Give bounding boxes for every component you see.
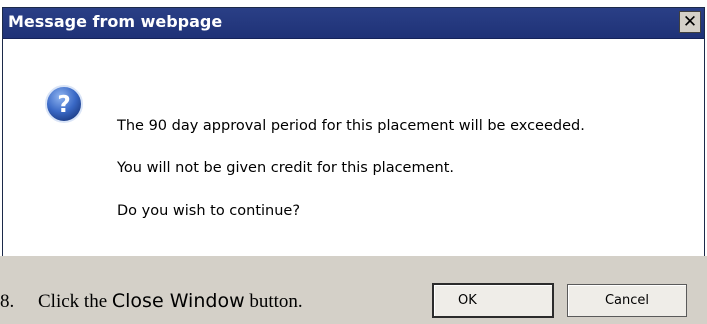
message-line-3: Do you wish to continue? — [117, 203, 301, 219]
question-icon: ? — [45, 85, 83, 123]
ok-button-label: OK — [458, 293, 477, 308]
dialog-titlebar[interactable]: Message from webpage ✕ — [3, 8, 704, 39]
step-number: 8. — [0, 291, 15, 312]
step-text-after: button. — [244, 291, 303, 312]
svg-text:?: ? — [57, 92, 70, 118]
instruction-step: 8. Click the Close Window button. — [0, 290, 303, 313]
message-line-2: You will not be given credit for this pl… — [117, 160, 454, 176]
message-line-1: The 90 day approval period for this plac… — [117, 118, 585, 134]
cancel-button[interactable]: Cancel — [567, 284, 687, 317]
step-emphasis: Close Window — [111, 290, 245, 312]
cancel-button-label: Cancel — [604, 293, 650, 308]
close-icon: ✕ — [682, 12, 698, 32]
close-button[interactable]: ✕ — [679, 11, 701, 33]
step-text-before: Click the — [38, 291, 112, 312]
dialog-title: Message from webpage — [8, 12, 223, 31]
ok-button[interactable]: OK — [432, 283, 554, 318]
